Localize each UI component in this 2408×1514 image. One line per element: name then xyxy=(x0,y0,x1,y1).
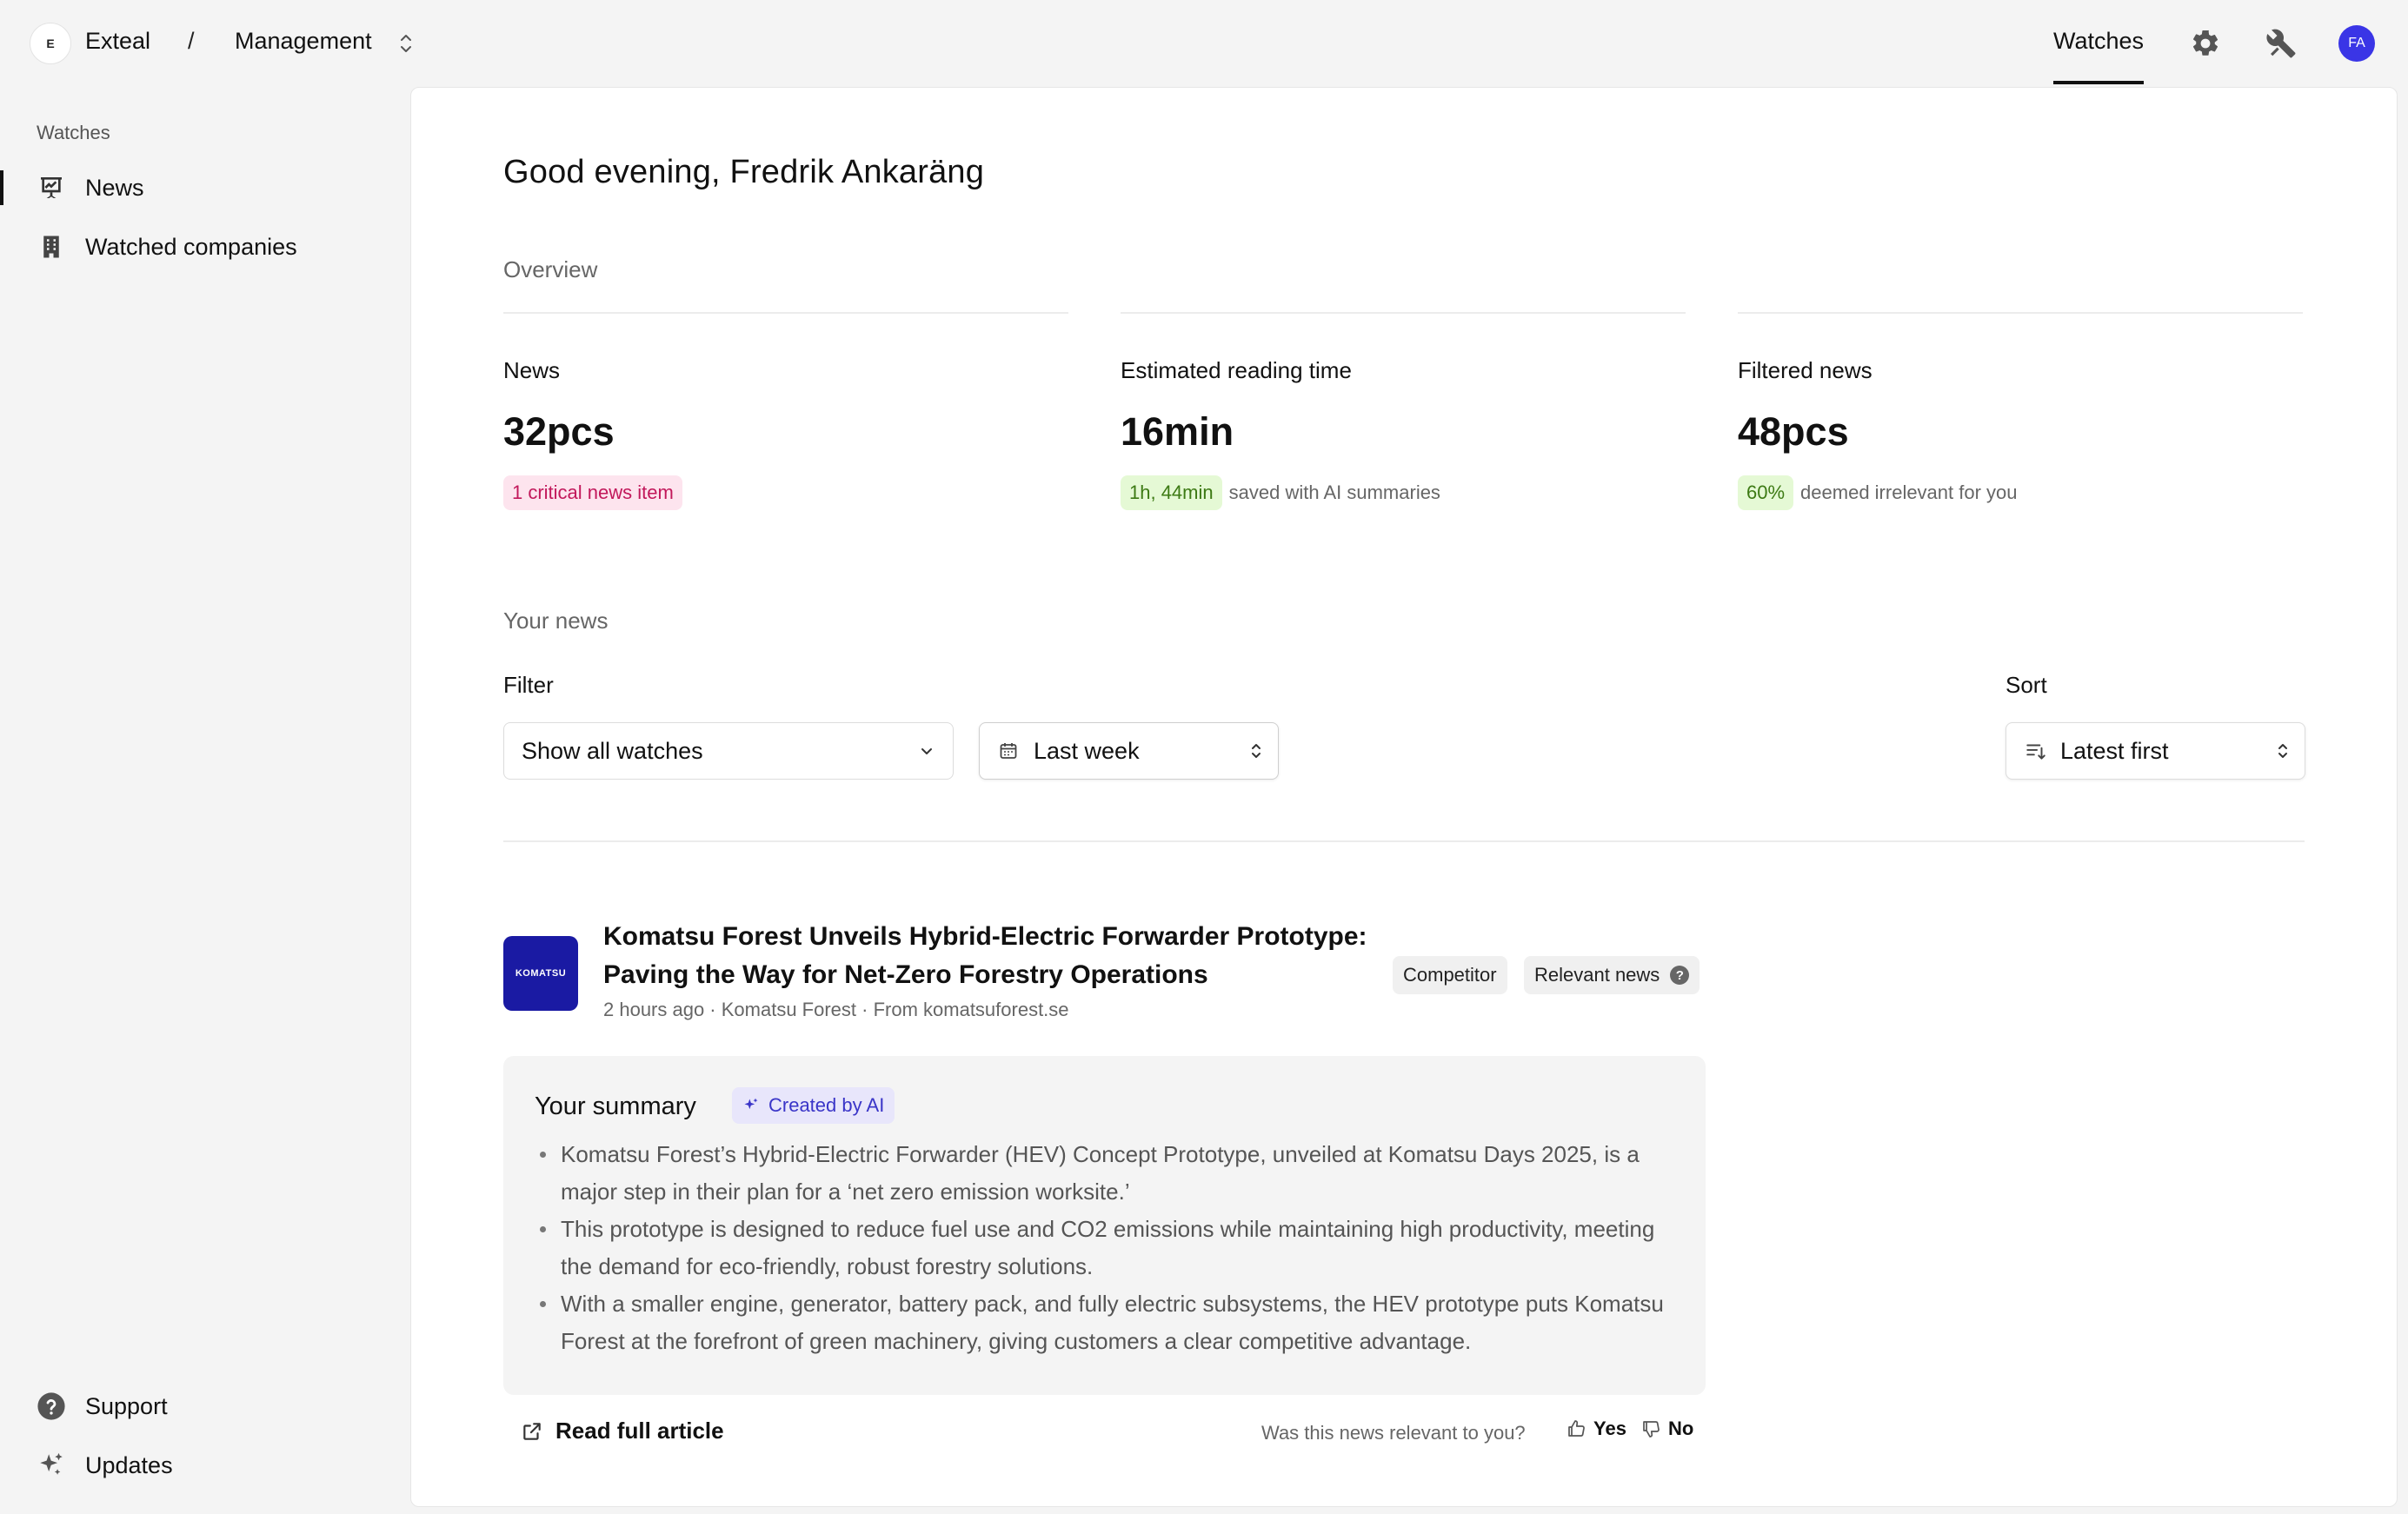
building-icon xyxy=(37,232,66,262)
sidebar-item-label: News xyxy=(85,174,144,201)
article-title[interactable]: Komatsu Forest Unveils Hybrid-Electric F… xyxy=(603,918,1386,994)
stat-card-filtered-news: Filtered news 48pcs 60% deemed irrelevan… xyxy=(1738,312,2303,510)
tag-label: Competitor xyxy=(1403,964,1497,986)
sidebar: Watches News Watched companies Support U… xyxy=(0,87,409,1514)
sidebar-item-support[interactable]: Support xyxy=(0,1380,400,1432)
tag-relevant-news[interactable]: Relevant news ? xyxy=(1524,956,1700,994)
sort-icon xyxy=(2024,739,2048,763)
sidebar-item-label: Updates xyxy=(85,1451,173,1478)
critical-badge[interactable]: 1 critical news item xyxy=(503,475,682,510)
stat-value: 32pcs xyxy=(503,409,615,454)
summary-list: Komatsu Forest’s Hybrid-Electric Forward… xyxy=(535,1136,1682,1360)
stat-card-reading-time: Estimated reading time 16min 1h, 44min s… xyxy=(1121,312,1686,510)
sidebar-item-watched-companies[interactable]: Watched companies xyxy=(0,221,400,273)
feedback-no-button[interactable]: No xyxy=(1640,1418,1693,1440)
feedback-no-label: No xyxy=(1668,1418,1694,1439)
percent-badge: 60% xyxy=(1738,475,1794,510)
read-full-article-label: Read full article xyxy=(555,1418,724,1444)
stat-title: Estimated reading time xyxy=(1121,357,1352,383)
overview-label: Overview xyxy=(503,256,598,282)
sidebar-item-label: Watched companies xyxy=(85,233,297,260)
feedback-question: Was this news relevant to you? xyxy=(1261,1422,1526,1444)
thumbs-down-icon xyxy=(1643,1421,1660,1438)
select-value: Show all watches xyxy=(522,737,703,764)
ai-badge-label: Created by AI xyxy=(768,1094,885,1116)
chevron-up-down-icon xyxy=(2274,738,2292,764)
period-filter-select[interactable]: Last week xyxy=(979,722,1279,780)
sort-select[interactable]: Latest first xyxy=(2006,722,2305,780)
chevron-down-icon xyxy=(916,740,937,761)
page-title: Good evening, Fredrik Ankaräng xyxy=(503,154,985,190)
sidebar-section-title: Watches xyxy=(37,122,110,143)
help-circle-icon xyxy=(37,1391,66,1421)
summary-title: Your summary xyxy=(535,1092,696,1120)
top-bar: E Exteal / Management Watches FA xyxy=(0,0,2408,87)
user-avatar[interactable]: FA xyxy=(2338,25,2375,62)
sparkles-icon xyxy=(37,1451,66,1480)
feedback-yes-button[interactable]: Yes xyxy=(1566,1418,1626,1440)
article-meta: 2 hours ago · Komatsu Forest · From koma… xyxy=(603,999,1069,1020)
filter-label: Filter xyxy=(503,672,554,698)
sidebar-item-updates[interactable]: Updates xyxy=(0,1439,400,1491)
gear-icon[interactable] xyxy=(2188,26,2223,61)
stat-title: Filtered news xyxy=(1738,357,1873,383)
divider xyxy=(503,840,2305,842)
watch-filter-select[interactable]: Show all watches xyxy=(503,722,954,780)
stat-value: 16min xyxy=(1121,409,1234,454)
stat-note: saved with AI summaries xyxy=(1228,481,1440,503)
time-saved-badge: 1h, 44min xyxy=(1121,475,1222,510)
company-logo-text: KOMATSU xyxy=(515,968,567,979)
stat-sub: 60% deemed irrelevant for you xyxy=(1738,475,2018,510)
read-full-article-link[interactable]: Read full article xyxy=(521,1418,724,1444)
tools-icon[interactable] xyxy=(2264,26,2298,61)
stat-title: News xyxy=(503,357,561,383)
your-news-label: Your news xyxy=(503,608,609,634)
workspace-switcher[interactable]: Management xyxy=(235,28,372,55)
feedback-yes-label: Yes xyxy=(1593,1418,1626,1439)
tab-watches[interactable]: Watches xyxy=(2053,28,2144,84)
stat-note: deemed irrelevant for you xyxy=(1800,481,2018,503)
summary-box: Your summary Created by AI Komatsu Fores… xyxy=(503,1056,1706,1395)
news-chart-icon xyxy=(37,173,66,203)
org-name[interactable]: Exteal xyxy=(85,28,150,55)
chevron-up-down-icon xyxy=(1247,738,1265,764)
tag-competitor: Competitor xyxy=(1393,956,1507,994)
summary-bullet: With a smaller engine, generator, batter… xyxy=(535,1285,1682,1360)
thumbs-up-icon xyxy=(1568,1420,1585,1437)
external-link-icon xyxy=(523,1422,541,1440)
ai-badge: Created by AI xyxy=(732,1087,895,1124)
sort-label: Sort xyxy=(2006,672,2047,698)
calendar-icon xyxy=(997,740,1020,762)
select-value: Latest first xyxy=(2060,737,2169,764)
stat-sub: 1h, 44min saved with AI summaries xyxy=(1121,475,1440,510)
sidebar-item-label: Support xyxy=(85,1392,168,1419)
company-logo: KOMATSU xyxy=(503,936,578,1011)
org-logo[interactable]: E xyxy=(30,23,71,64)
summary-bullet: Komatsu Forest’s Hybrid-Electric Forward… xyxy=(535,1136,1682,1211)
stat-card-news: News 32pcs 1 critical news item xyxy=(503,312,1068,510)
tab-watches-label: Watches xyxy=(2053,28,2145,54)
active-indicator xyxy=(0,170,3,205)
question-mark-icon[interactable]: ? xyxy=(1670,966,1690,985)
sidebar-item-news[interactable]: News xyxy=(0,162,400,214)
chevron-up-down-icon[interactable] xyxy=(396,30,416,57)
breadcrumb-separator: / xyxy=(188,28,195,54)
tag-label: Relevant news xyxy=(1534,964,1660,986)
sparkles-icon xyxy=(744,1098,758,1110)
summary-bullet: This prototype is designed to reduce fue… xyxy=(535,1211,1682,1285)
stat-sub: 1 critical news item xyxy=(503,475,682,510)
main-panel: Good evening, Fredrik Ankaräng Overview … xyxy=(410,87,2398,1507)
stat-value: 48pcs xyxy=(1738,409,1849,454)
select-value: Last week xyxy=(1034,737,1140,764)
